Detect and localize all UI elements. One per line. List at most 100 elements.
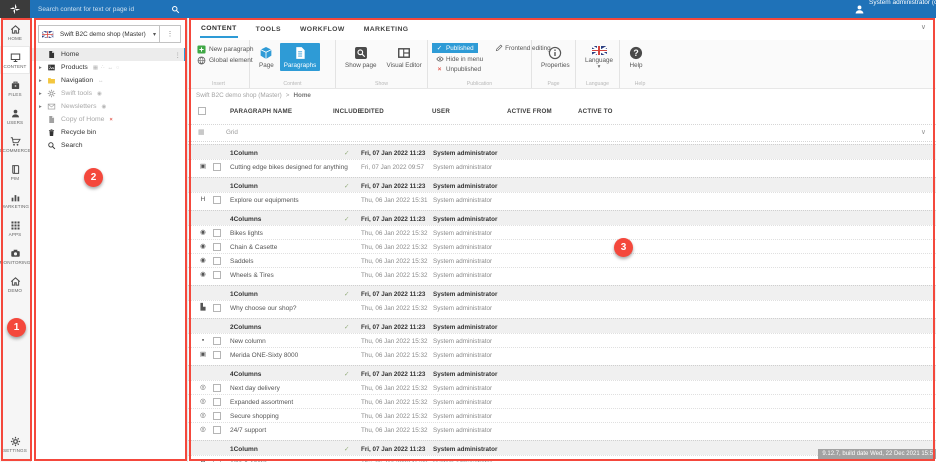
paragraph-row[interactable]: ◉ Saddels Thu, 06 Jan 2022 15:32 System …	[188, 253, 936, 267]
row-checkbox[interactable]	[213, 229, 221, 237]
paragraph-type-image-icon: ▣	[198, 351, 208, 359]
sidebar-item-apps[interactable]: APPS	[0, 214, 30, 242]
column-header-paragraph-name[interactable]: PARAGRAPH NAME	[230, 108, 292, 115]
breadcrumb-root[interactable]: Swift B2C demo shop (Master)	[196, 92, 282, 99]
global-element-button[interactable]: Global element	[195, 55, 249, 66]
sidebar-item-marketing[interactable]: MARKETING	[0, 186, 30, 214]
expander-arrow-icon[interactable]: ▸	[39, 104, 47, 110]
paragraph-row[interactable]: ▣ Cutting edge bikes designed for anythi…	[188, 159, 936, 173]
sidebar-item-home[interactable]: HOME	[0, 18, 30, 46]
user-name: System administrator (cbc	[869, 0, 936, 6]
tree-item-search[interactable]: Search	[31, 139, 187, 152]
sidebar-item-demo[interactable]: DEMO	[0, 270, 30, 298]
group-row-1column[interactable]: 1Column ✓ Fri, 07 Jan 2022 11:23 System …	[188, 285, 936, 300]
visual-editor-button[interactable]: Visual Editor	[383, 43, 426, 71]
paragraph-row[interactable]: ◉ Chain & Casette Thu, 06 Jan 2022 15:32…	[188, 239, 936, 253]
paragraph-row[interactable]: ▣ Merida ONE-Sixty 8000 Thu, 06 Jan 2022…	[188, 347, 936, 361]
expander-arrow-icon[interactable]: ▸	[39, 65, 47, 71]
language-button[interactable]: Language ▾	[581, 43, 617, 71]
help-button[interactable]: ? Help	[625, 43, 647, 71]
group-name: 4Columns	[230, 371, 261, 378]
tree-item-navigation[interactable]: ▸Navigation↔	[31, 74, 187, 87]
unpublished-toggle[interactable]: × Unpublished	[432, 65, 485, 74]
row-checkbox[interactable]	[213, 163, 221, 171]
group-row-1column[interactable]: 1Column ✓ Fri, 07 Jan 2022 11:23 System …	[188, 144, 936, 159]
paragraphs-button[interactable]: Paragraphs	[280, 43, 321, 71]
sidebar-item-files[interactable]: FILES	[0, 74, 30, 102]
sidebar-item-monitoring[interactable]: MONITORING	[0, 242, 30, 270]
row-checkbox[interactable]	[213, 398, 221, 406]
row-checkbox[interactable]	[213, 304, 221, 312]
group-row-4columns[interactable]: 4Columns ✓ Fri, 07 Jan 2022 11:23 System…	[188, 210, 936, 225]
include-check-icon: ✓	[344, 149, 349, 157]
check-icon: ✓	[436, 44, 443, 52]
paragraph-row[interactable]: ◎ Secure shopping Thu, 06 Jan 2022 15:32…	[188, 408, 936, 422]
properties-button[interactable]: Properties	[537, 43, 574, 71]
site-selector-dropdown[interactable]: Swift B2C demo shop (Master) ▾	[38, 25, 160, 43]
column-header-edited[interactable]: EDITED	[360, 108, 384, 115]
tree-item-products[interactable]: ▸Products▦∴↔◌	[31, 61, 187, 74]
group-row-1column[interactable]: 1Column ✓ Fri, 07 Jan 2022 11:23 System …	[188, 177, 936, 192]
sidebar-item-ecommerce[interactable]: ECOMMERCE	[0, 130, 30, 158]
row-checkbox[interactable]	[213, 257, 221, 265]
expander-arrow-icon[interactable]: ▸	[39, 78, 47, 84]
collapse-chevron-icon[interactable]: ∨	[921, 128, 926, 136]
published-toggle[interactable]: ✓ Published	[432, 43, 478, 53]
paragraph-edited: Fri, 07 Jan 2022 09:57	[361, 164, 424, 171]
column-header-include[interactable]: INCLUDE	[333, 108, 362, 115]
row-checkbox[interactable]	[213, 196, 221, 204]
search-input[interactable]: Search content for text or page id	[30, 0, 186, 18]
paragraph-row[interactable]: ▙ Why choose our shop? Thu, 06 Jan 2022 …	[188, 300, 936, 314]
show-page-button[interactable]: Show page	[341, 43, 381, 71]
paragraph-name: Expanded assortment	[230, 399, 293, 406]
row-checkbox[interactable]	[213, 243, 221, 251]
sidebar-item-users[interactable]: USERS	[0, 102, 30, 130]
paragraph-name: Next day delivery	[230, 385, 280, 392]
tree-options-button[interactable]: ⋮	[159, 25, 181, 43]
select-all-checkbox[interactable]	[198, 107, 206, 115]
new-paragraph-button[interactable]: New paragraph	[195, 44, 249, 55]
tree-item-newsletters[interactable]: ▸Newsletters◉	[31, 100, 187, 113]
tree-item-recycle-bin[interactable]: Recycle bin	[31, 126, 187, 139]
ribbon-collapse-chevron-icon[interactable]: ∨	[921, 23, 926, 31]
tab-content[interactable]: CONTENT	[200, 21, 238, 38]
tree-item-swift-tools[interactable]: ▸Swift tools◉	[31, 87, 187, 100]
sidebar-item-pim[interactable]: PIM	[0, 158, 30, 186]
group-row-2columns[interactable]: 2Columns ✓ Fri, 07 Jan 2022 11:23 System…	[188, 318, 936, 333]
group-row-4columns[interactable]: 4Columns ✓ Fri, 07 Jan 2022 11:23 System…	[188, 365, 936, 380]
user-menu[interactable]: System administrator (cbc Angel	[854, 0, 936, 18]
paragraph-row[interactable]: ◉ Bikes lights Thu, 06 Jan 2022 15:32 Sy…	[188, 225, 936, 239]
column-header-active-from[interactable]: ACTIVE FROM	[507, 108, 552, 115]
group-edited: Fri, 07 Jan 2022 11:23	[361, 216, 425, 223]
kebab-menu-icon[interactable]: ⋮	[175, 51, 182, 59]
row-checkbox[interactable]	[213, 384, 221, 392]
tab-marketing[interactable]: MARKETING	[363, 22, 410, 37]
tree-item-copy-of-home[interactable]: Copy of Home×	[31, 113, 187, 126]
page-button[interactable]: Page	[255, 43, 278, 71]
row-checkbox[interactable]	[213, 337, 221, 345]
row-checkbox[interactable]	[213, 412, 221, 420]
column-header-active-to[interactable]: ACTIVE TO	[578, 108, 613, 115]
expander-arrow-icon[interactable]: ▸	[39, 91, 47, 97]
paragraph-user: System administrator	[433, 385, 492, 392]
column-header-user[interactable]: USER	[432, 108, 450, 115]
tab-workflow[interactable]: WORKFLOW	[299, 22, 346, 37]
tree-item-home[interactable]: Home⋮	[31, 48, 187, 61]
tab-tools[interactable]: TOOLS	[255, 22, 282, 37]
paragraph-row[interactable]: ▪ New column Thu, 06 Jan 2022 15:32 Syst…	[188, 333, 936, 347]
paragraph-row[interactable]: ◉ Wheels & Tires Thu, 06 Jan 2022 15:32 …	[188, 267, 936, 281]
group-name: 2Columns	[230, 324, 261, 331]
hide-in-menu-toggle[interactable]: Hide in menu	[432, 54, 487, 64]
row-checkbox[interactable]	[213, 271, 221, 279]
paragraph-row[interactable]: ◎ Expanded assortment Thu, 06 Jan 2022 1…	[188, 394, 936, 408]
sidebar-item-content[interactable]: CONTENT	[0, 46, 30, 74]
row-checkbox[interactable]	[213, 426, 221, 434]
paragraph-row[interactable]: ◎ Next day delivery Thu, 06 Jan 2022 15:…	[188, 380, 936, 394]
sidebar-item-settings[interactable]: SETTINGS	[0, 430, 30, 458]
row-checkbox[interactable]	[213, 351, 221, 359]
paragraph-table-header: PARAGRAPH NAME INCLUDE EDITED USER ACTIV…	[188, 102, 936, 122]
x-red-icon: ×	[109, 117, 112, 123]
paragraph-row[interactable]: ◎ 24/7 support Thu, 06 Jan 2022 15:32 Sy…	[188, 422, 936, 436]
app-logo[interactable]	[0, 0, 30, 18]
paragraph-row[interactable]: H Explore our equipments Thu, 06 Jan 202…	[188, 192, 936, 206]
